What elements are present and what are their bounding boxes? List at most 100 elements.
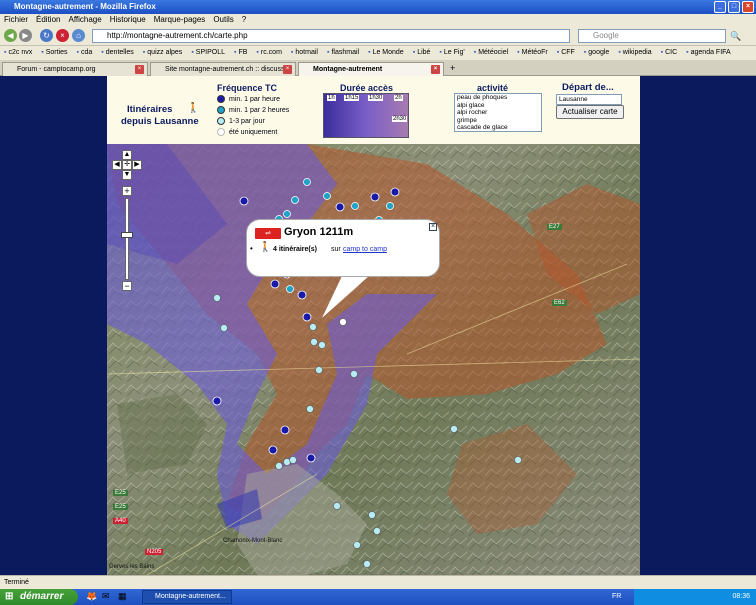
bookmark-item[interactable]: CFF xyxy=(557,46,575,60)
bookmark-item[interactable]: MétéoFr xyxy=(517,46,548,60)
forward-icon[interactable]: ▶ xyxy=(19,29,32,42)
route-marker-2hourly[interactable] xyxy=(323,192,331,200)
activity-select[interactable]: peau de phoques alpi glace alpi rocher g… xyxy=(454,93,542,132)
menu-historique[interactable]: Historique xyxy=(110,14,146,26)
bookmark-item[interactable]: hotmail xyxy=(291,46,318,60)
bookmark-item[interactable]: cda xyxy=(77,46,92,60)
bookmark-item[interactable]: agenda FIFA xyxy=(686,46,731,60)
close-tab-icon[interactable]: × xyxy=(135,65,144,74)
bookmark-item[interactable]: Le Monde xyxy=(368,46,404,60)
bookmark-item[interactable]: SPIPOLL xyxy=(191,46,225,60)
menu-edition[interactable]: Édition xyxy=(36,14,60,26)
pan-left-icon[interactable]: ◀ xyxy=(112,160,122,170)
clock[interactable]: 08:36 xyxy=(732,593,750,600)
menu-outils[interactable]: Outils xyxy=(213,14,233,26)
map-canvas[interactable] xyxy=(107,144,640,575)
route-marker-hourly[interactable] xyxy=(297,290,307,300)
home-icon[interactable]: ⌂ xyxy=(72,29,85,42)
pan-control[interactable]: ▲ ◀ ✛ ▶ ▼ xyxy=(112,150,142,180)
bookmark-item[interactable]: flashmail xyxy=(327,46,359,60)
close-tab-icon[interactable]: × xyxy=(283,65,292,74)
reload-icon[interactable]: ↻ xyxy=(40,29,53,42)
route-marker-2hourly[interactable] xyxy=(303,178,311,186)
zoom-slider-track[interactable] xyxy=(125,198,129,280)
camptocamp-link[interactable]: camp to camp xyxy=(343,246,387,253)
close-window-icon[interactable]: × xyxy=(742,1,754,13)
bookmark-item[interactable]: dentelles xyxy=(101,46,134,60)
email-quicklaunch-icon[interactable]: ✉ xyxy=(102,591,110,602)
firefox-quicklaunch-icon[interactable]: 🦊 xyxy=(86,591,97,602)
route-marker-hourly[interactable] xyxy=(280,425,290,435)
activity-option[interactable]: alpi glace xyxy=(457,102,541,110)
minimize-icon[interactable]: _ xyxy=(714,1,726,13)
activity-option[interactable]: peau de phoques xyxy=(457,94,541,102)
bookmark-item[interactable]: Sorties xyxy=(41,46,68,60)
route-marker-2hourly[interactable] xyxy=(386,202,394,210)
route-marker-daily[interactable] xyxy=(213,294,221,302)
zoom-slider-handle[interactable] xyxy=(121,232,133,238)
bookmark-item[interactable]: wikipedia xyxy=(618,46,652,60)
route-marker-daily[interactable] xyxy=(289,456,297,464)
route-marker-hourly[interactable] xyxy=(390,187,400,197)
bookmark-item[interactable]: rc.com xyxy=(256,46,282,60)
back-icon[interactable]: ◀ xyxy=(4,29,17,42)
route-marker-daily[interactable] xyxy=(363,560,371,568)
menu-marque-pages[interactable]: Marque-pages xyxy=(154,14,206,26)
route-marker-daily[interactable] xyxy=(306,405,314,413)
route-marker-daily[interactable] xyxy=(333,502,341,510)
menu-fichier[interactable]: Fichier xyxy=(4,14,28,26)
bookmark-item[interactable]: CIC xyxy=(661,46,677,60)
route-marker-hourly[interactable] xyxy=(370,192,380,202)
route-marker-daily[interactable] xyxy=(373,527,381,535)
bookmark-item[interactable]: c2c nvx xyxy=(4,46,32,60)
close-tab-icon[interactable]: × xyxy=(431,65,440,74)
route-marker-daily[interactable] xyxy=(318,341,326,349)
taskbar-window-item[interactable]: Montagne-autrement... xyxy=(142,590,232,604)
route-marker-hourly[interactable] xyxy=(302,312,312,322)
search-icon[interactable]: 🔍 xyxy=(730,31,741,42)
bookmark-item[interactable]: Libé xyxy=(413,46,430,60)
route-marker-2hourly[interactable] xyxy=(291,196,299,204)
bookmark-item[interactable]: FB xyxy=(234,46,247,60)
route-marker-2hourly[interactable] xyxy=(351,202,359,210)
route-marker-daily[interactable] xyxy=(368,511,376,519)
route-marker-hourly[interactable] xyxy=(268,445,278,455)
route-marker-2hourly[interactable] xyxy=(286,285,294,293)
route-marker-daily[interactable] xyxy=(514,456,522,464)
route-marker-hourly[interactable] xyxy=(335,202,345,212)
route-marker-hourly[interactable] xyxy=(306,453,316,463)
zoom-in-icon[interactable]: + xyxy=(122,186,132,196)
bookmark-item[interactable]: quizz alpes xyxy=(143,46,182,60)
depart-input[interactable]: Lausanne xyxy=(556,94,622,105)
route-marker-daily[interactable] xyxy=(315,366,323,374)
route-marker-2hourly[interactable] xyxy=(283,210,291,218)
activity-option[interactable]: alpi rocher xyxy=(457,109,541,117)
pan-down-icon[interactable]: ▼ xyxy=(122,170,132,180)
pan-right-icon[interactable]: ▶ xyxy=(132,160,142,170)
pan-up-icon[interactable]: ▲ xyxy=(122,150,132,160)
route-marker-hourly[interactable] xyxy=(270,279,280,289)
new-tab-icon[interactable]: + xyxy=(450,63,455,73)
route-marker-daily[interactable] xyxy=(220,324,228,332)
language-indicator[interactable]: FR xyxy=(612,589,621,605)
route-marker-daily[interactable] xyxy=(353,541,361,549)
route-marker-daily[interactable] xyxy=(350,370,358,378)
bookmark-item[interactable]: Le Fig' xyxy=(439,46,465,60)
maximize-icon[interactable]: □ xyxy=(728,1,740,13)
activity-option[interactable]: cascade de glace xyxy=(457,124,541,131)
route-marker-daily[interactable] xyxy=(450,425,458,433)
start-button[interactable]: ⊞ démarrer xyxy=(0,589,78,605)
route-marker-daily[interactable] xyxy=(310,338,318,346)
tab-forum[interactable]: Forum - camptocamp.org × xyxy=(2,62,148,76)
menu-affichage[interactable]: Affichage xyxy=(68,14,101,26)
desktop-quicklaunch-icon[interactable]: ▦ xyxy=(118,591,127,602)
update-map-button[interactable]: Actualiser carte xyxy=(556,105,624,119)
map-view[interactable]: E25 E25 A40 N205 Chamonix-Mont-Blanc E62… xyxy=(107,144,640,575)
search-input[interactable]: Google xyxy=(578,29,726,43)
pan-center-icon[interactable]: ✛ xyxy=(122,160,132,170)
route-marker-daily[interactable] xyxy=(309,323,317,331)
zoom-out-icon[interactable]: − xyxy=(122,281,132,291)
close-popup-icon[interactable]: × xyxy=(429,223,437,231)
bookmark-item[interactable]: Météociel xyxy=(474,46,508,60)
menu-help[interactable]: ? xyxy=(242,14,246,26)
